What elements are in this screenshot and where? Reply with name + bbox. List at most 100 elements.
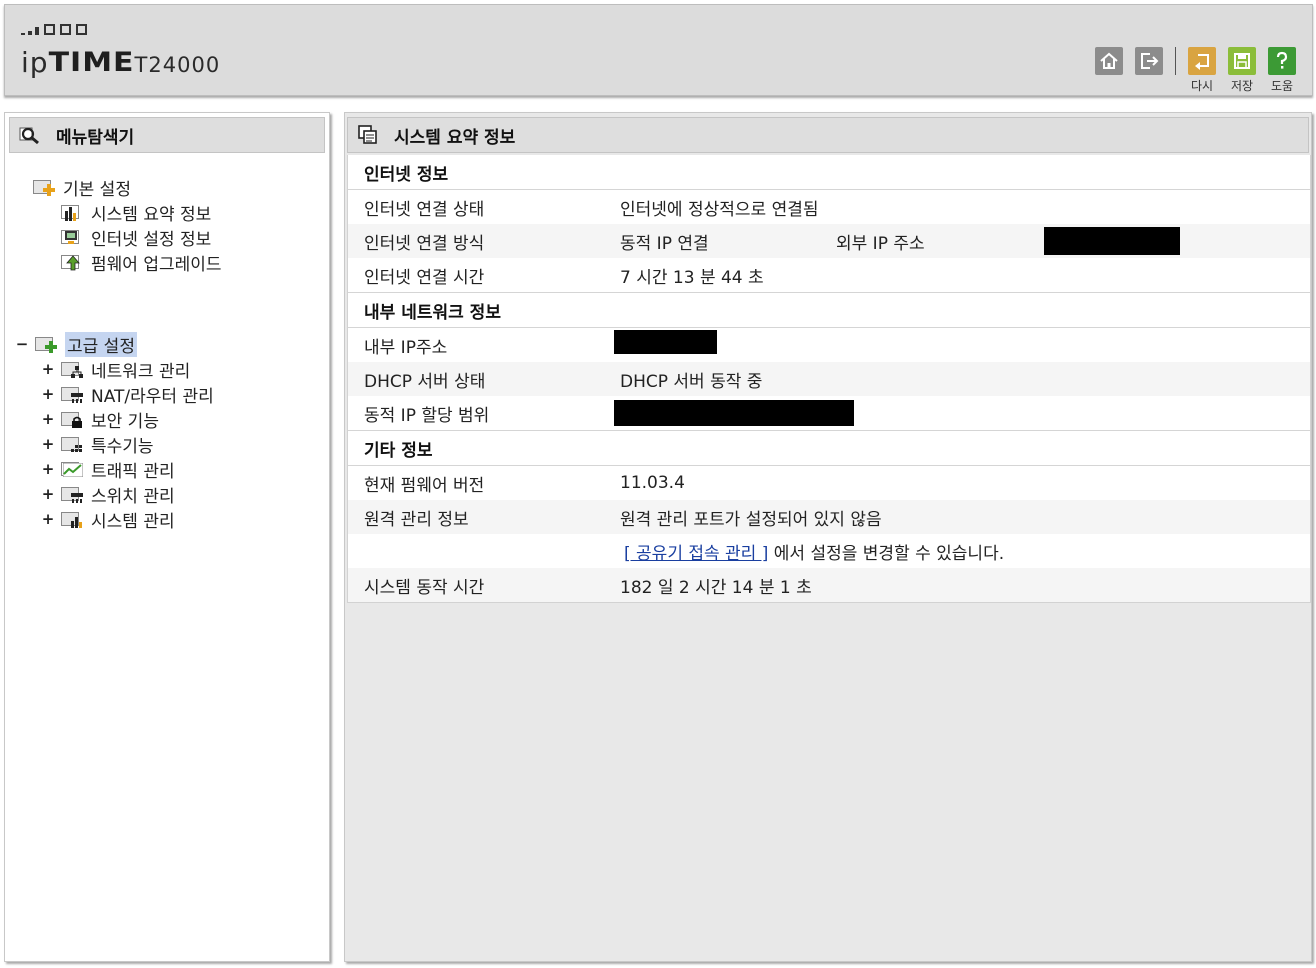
tree-item-firmware-upgrade[interactable]: 펌웨어 업그레이드 bbox=[61, 250, 222, 275]
logo: ip TIME T24000 bbox=[21, 45, 220, 89]
tree-item-security[interactable]: + 보안 기능 bbox=[41, 407, 159, 432]
router-access-link[interactable]: [ 공유기 접속 관리 ] bbox=[624, 544, 768, 564]
model-name: T24000 bbox=[134, 53, 221, 77]
expand-toggle[interactable]: + bbox=[41, 360, 55, 378]
field-value: 동적 IP 연결 bbox=[620, 233, 709, 254]
logo-time: TIME bbox=[48, 46, 135, 79]
switch-icon bbox=[61, 484, 85, 504]
section-lan: 내부 네트워크 정보 bbox=[348, 293, 1310, 328]
external-ip-label: 외부 IP 주소 bbox=[836, 233, 925, 254]
remote-hint: [ 공유기 접속 관리 ] 에서 설정을 변경할 수 있습니다. bbox=[624, 539, 1004, 564]
tree-item-label: 시스템 관리 bbox=[91, 511, 175, 532]
tree-item-nat-router[interactable]: + NAT/라우터 관리 bbox=[41, 382, 214, 407]
tree-item-label: 인터넷 설정 정보 bbox=[91, 229, 212, 250]
tree-item-label: 보안 기능 bbox=[91, 411, 159, 432]
help-label: 도움 bbox=[1270, 79, 1294, 93]
row-dhcp-status: DHCP 서버 상태 DHCP 서버 동작 중 bbox=[348, 362, 1310, 396]
menu-explorer-header: 메뉴탐색기 bbox=[9, 117, 325, 153]
field-label: DHCP 서버 상태 bbox=[364, 371, 486, 392]
folder-plus-icon bbox=[33, 177, 57, 197]
grid-icon bbox=[61, 434, 85, 454]
lock-icon bbox=[61, 409, 85, 429]
tree-advanced-settings[interactable]: − 고급 설정 bbox=[15, 331, 137, 357]
row-remote: 원격 관리 정보 원격 관리 포트가 설정되어 있지 않음 bbox=[348, 500, 1310, 534]
tree-item-label: 트래픽 관리 bbox=[91, 461, 175, 482]
redacted-dhcp-range bbox=[614, 400, 854, 426]
tree-item-label: NAT/라우터 관리 bbox=[91, 386, 214, 407]
logout-button[interactable] bbox=[1135, 47, 1163, 75]
field-label: 동적 IP 할당 범위 bbox=[364, 405, 490, 426]
expand-toggle[interactable]: + bbox=[41, 460, 55, 478]
bar-chart-icon bbox=[61, 202, 85, 222]
save-icon bbox=[1234, 53, 1250, 69]
expand-toggle[interactable]: + bbox=[41, 510, 55, 528]
tree-advanced-label: 고급 설정 bbox=[65, 331, 137, 357]
field-label: 인터넷 연결 상태 bbox=[364, 199, 485, 220]
field-label: 원격 관리 정보 bbox=[364, 509, 469, 530]
tree-item-special[interactable]: + 특수기능 bbox=[41, 432, 154, 457]
expand-toggle[interactable]: + bbox=[41, 410, 55, 428]
router-icon bbox=[61, 384, 85, 404]
tree-basic-label: 기본 설정 bbox=[63, 179, 131, 200]
field-label: 시스템 동작 시간 bbox=[364, 577, 485, 598]
field-value: 11.03.4 bbox=[620, 473, 685, 493]
logout-icon bbox=[1141, 53, 1159, 69]
tree-item-internet-settings[interactable]: 인터넷 설정 정보 bbox=[61, 225, 212, 250]
upgrade-icon bbox=[61, 252, 85, 272]
field-value: 원격 관리 포트가 설정되어 있지 않음 bbox=[620, 509, 882, 530]
field-value: DHCP 서버 동작 중 bbox=[620, 371, 763, 392]
home-button[interactable] bbox=[1095, 47, 1123, 75]
save-button[interactable] bbox=[1228, 47, 1256, 75]
toolbar-divider bbox=[1175, 47, 1176, 75]
row-firmware: 현재 펌웨어 버전 11.03.4 bbox=[348, 466, 1310, 500]
monitor-icon bbox=[61, 227, 85, 247]
remote-hint-text: 에서 설정을 변경할 수 있습니다. bbox=[768, 543, 1005, 564]
menu-explorer-title: 메뉴탐색기 bbox=[56, 127, 135, 148]
tree-item-label: 펌웨어 업그레이드 bbox=[91, 254, 222, 275]
row-internet-status: 인터넷 연결 상태 인터넷에 정상적으로 연결됨 bbox=[348, 190, 1310, 224]
field-label: 인터넷 연결 시간 bbox=[364, 267, 485, 288]
content-header: 시스템 요약 정보 bbox=[347, 117, 1309, 153]
field-value: 7 시간 13 분 44 초 bbox=[620, 267, 764, 288]
tree-item-traffic[interactable]: + 트래픽 관리 bbox=[41, 457, 175, 482]
row-dhcp-range: 동적 IP 할당 범위 bbox=[348, 396, 1310, 431]
summary-table: 인터넷 정보 인터넷 연결 상태 인터넷에 정상적으로 연결됨 인터넷 연결 방… bbox=[347, 155, 1311, 603]
tree-item-label: 특수기능 bbox=[91, 436, 154, 457]
redacted-lan-ip bbox=[614, 330, 717, 354]
help-button[interactable] bbox=[1268, 47, 1296, 75]
reload-label: 다시 bbox=[1190, 79, 1214, 93]
collapse-toggle[interactable]: − bbox=[15, 335, 29, 353]
section-internet: 인터넷 정보 bbox=[348, 155, 1310, 190]
expand-toggle[interactable]: + bbox=[41, 385, 55, 403]
redacted-external-ip bbox=[1044, 227, 1180, 255]
trend-chart-icon bbox=[61, 459, 85, 479]
field-value: 182 일 2 시간 14 분 1 초 bbox=[620, 577, 812, 598]
window-icon bbox=[356, 123, 380, 147]
magnifier-icon bbox=[18, 123, 42, 147]
tree-item-label: 스위치 관리 bbox=[91, 486, 175, 507]
menu-explorer: 메뉴탐색기 기본 설정 시스템 요약 정보 인터넷 설정 정보 펌웨어 업그레이… bbox=[4, 112, 330, 962]
reload-button[interactable] bbox=[1188, 47, 1216, 75]
tree-basic-settings[interactable]: 기본 설정 bbox=[33, 175, 131, 200]
header-toolbar: 다시 저장 도움 bbox=[1083, 47, 1296, 94]
section-etc: 기타 정보 bbox=[348, 431, 1310, 466]
help-icon bbox=[1276, 51, 1288, 69]
reload-icon bbox=[1195, 54, 1209, 70]
bar-chart-icon bbox=[61, 509, 85, 529]
row-internet-uptime: 인터넷 연결 시간 7 시간 13 분 44 초 bbox=[348, 258, 1310, 293]
field-label: 내부 IP주소 bbox=[364, 337, 448, 358]
tree-item-label: 시스템 요약 정보 bbox=[91, 204, 212, 225]
field-value: 인터넷에 정상적으로 연결됨 bbox=[620, 199, 819, 220]
logo-ip: ip bbox=[21, 46, 49, 79]
expand-toggle[interactable]: + bbox=[41, 485, 55, 503]
tree-item-system[interactable]: + 시스템 관리 bbox=[41, 507, 175, 532]
tree-item-switch[interactable]: + 스위치 관리 bbox=[41, 482, 175, 507]
network-icon bbox=[61, 359, 85, 379]
top-header: ip TIME T24000 다시 저장 도움 bbox=[4, 4, 1313, 96]
expand-toggle[interactable]: + bbox=[41, 435, 55, 453]
save-label: 저장 bbox=[1230, 79, 1254, 93]
tree-item-system-summary[interactable]: 시스템 요약 정보 bbox=[61, 200, 212, 225]
folder-plus-icon bbox=[35, 334, 59, 354]
content-panel: 시스템 요약 정보 인터넷 정보 인터넷 연결 상태 인터넷에 정상적으로 연결… bbox=[344, 112, 1312, 962]
tree-item-network[interactable]: + 네트워크 관리 bbox=[41, 357, 191, 382]
